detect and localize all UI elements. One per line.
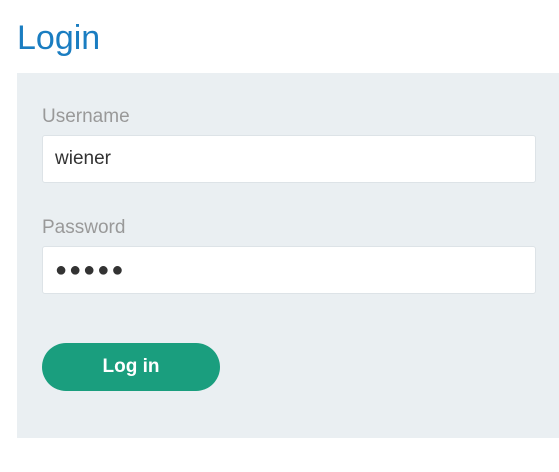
- page-title: Login: [17, 19, 101, 57]
- login-button[interactable]: Log in: [42, 343, 220, 391]
- password-input[interactable]: [42, 246, 536, 294]
- username-input[interactable]: [42, 135, 536, 183]
- login-page: Login Username Password Log in: [0, 0, 559, 472]
- password-label: Password: [42, 217, 126, 238]
- login-form: Username Password Log in: [17, 73, 559, 438]
- username-label: Username: [42, 106, 130, 127]
